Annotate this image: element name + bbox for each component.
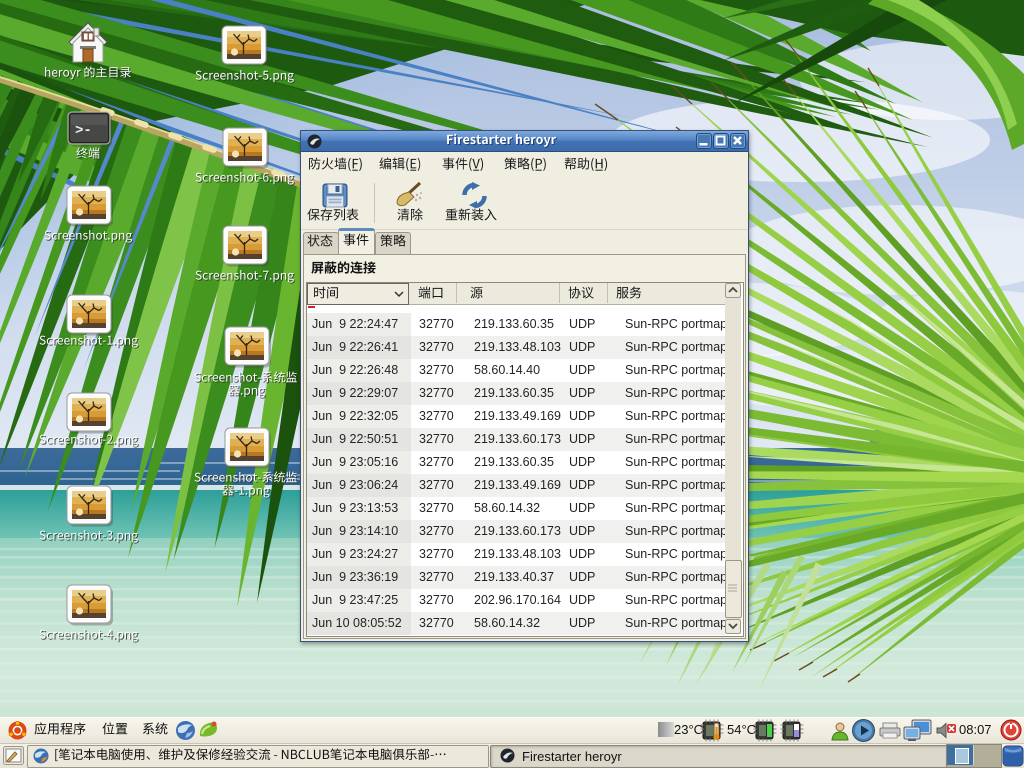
svg-text:>-: >-: [75, 123, 92, 139]
